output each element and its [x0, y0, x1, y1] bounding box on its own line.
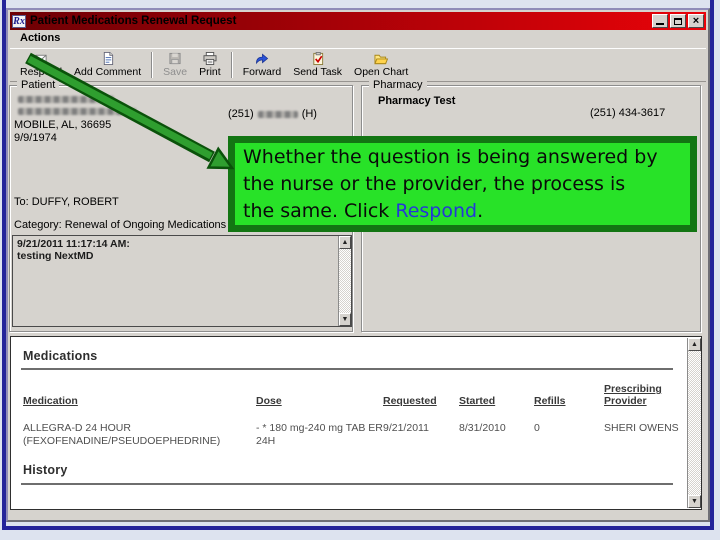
scroll-down-icon[interactable]: ▼ — [688, 495, 701, 508]
medications-heading: Medications — [23, 349, 98, 363]
toolbar: Respond Add Comment Save Print Forward S… — [10, 48, 706, 82]
send-task-button[interactable]: Send Task — [287, 50, 348, 80]
medication-row: ALLEGRA-D 24 HOUR (FEXOFENADINE/PSEUDOEP… — [23, 422, 221, 447]
redacted-patient-address — [18, 108, 136, 115]
category-line: Category: Renewal of Ongoing Medications — [14, 219, 227, 231]
titlebar: Rx Patient Medications Renewal Request × — [10, 12, 706, 30]
print-button[interactable]: Print — [193, 50, 227, 80]
print-icon — [203, 52, 217, 65]
toolbar-separator — [151, 52, 154, 78]
forward-icon — [255, 53, 269, 65]
pharmacy-phone: (251) 434-3617 — [590, 107, 666, 119]
window-title: Patient Medications Renewal Request — [30, 15, 237, 27]
scroll-up-icon[interactable]: ▲ — [339, 236, 351, 249]
callout-respond-word: Respond — [395, 200, 478, 222]
menubar: Actions — [10, 32, 706, 46]
open-chart-button[interactable]: Open Chart — [348, 50, 414, 80]
minimize-button[interactable] — [652, 14, 668, 28]
app-window: Rx Patient Medications Renewal Request ×… — [6, 8, 710, 522]
patient-dob: 9/9/1974 — [14, 132, 57, 144]
to-line: To: DUFFY, ROBERT — [14, 196, 119, 208]
note-timestamp: 9/21/2011 11:17:14 AM: — [17, 238, 130, 250]
note-scrollbar[interactable]: ▲ ▼ — [338, 236, 351, 326]
patient-city-line: MOBILE, AL, 36695 — [14, 119, 112, 131]
col-header-refills: Refills — [534, 395, 566, 407]
pharmacy-section-label: Pharmacy — [369, 79, 427, 91]
col-header-requested: Requested — [383, 395, 437, 407]
toolbar-separator — [230, 52, 233, 78]
medications-scrollbar[interactable]: ▲ ▼ — [687, 338, 701, 508]
medication-started: 8/31/2010 — [459, 422, 506, 434]
open-chart-icon — [374, 54, 389, 65]
medication-requested: 9/21/2011 — [383, 422, 429, 434]
add-comment-icon — [103, 52, 113, 65]
medication-refills: 0 — [534, 422, 540, 434]
menu-actions[interactable]: Actions — [20, 32, 60, 44]
send-task-icon — [312, 52, 323, 65]
callout-line2: the nurse or the provider, the process i… — [243, 173, 626, 195]
save-button[interactable]: Save — [157, 50, 193, 80]
redacted-phone-number — [257, 110, 298, 118]
scroll-up-icon[interactable]: ▲ — [688, 338, 701, 351]
forward-button[interactable]: Forward — [237, 50, 288, 80]
col-header-prescribing-provider: Prescribing Provider — [604, 383, 662, 407]
medication-dose: - * 180 mg-240 mg TAB ER 24H — [256, 422, 383, 447]
col-header-dose: Dose — [256, 395, 282, 407]
medications-panel: Medications Medication Dose Requested St… — [10, 336, 702, 510]
pharmacy-name: Pharmacy Test — [378, 95, 456, 107]
callout-line1: Whether the question is being answered b… — [243, 146, 658, 168]
medication-provider: SHERI OWENS — [604, 422, 679, 434]
patient-home-phone: (251) (H) — [228, 108, 317, 120]
note-body: testing NextMD — [17, 250, 94, 262]
minimize-icon — [656, 23, 664, 25]
medications-divider — [21, 368, 673, 370]
redacted-patient-name — [18, 96, 114, 103]
history-divider — [21, 483, 673, 485]
scroll-down-icon[interactable]: ▼ — [339, 313, 351, 326]
history-heading: History — [23, 463, 68, 477]
maximize-icon — [674, 17, 682, 25]
maximize-button[interactable] — [670, 14, 686, 28]
respond-icon — [34, 54, 47, 64]
slide-frame: Rx Patient Medications Renewal Request ×… — [2, 0, 714, 530]
rx-app-icon: Rx — [12, 14, 26, 28]
respond-button[interactable]: Respond — [14, 50, 68, 80]
add-comment-button[interactable]: Add Comment — [68, 50, 147, 80]
save-icon — [169, 52, 181, 65]
callout-line3: the same. Click Respond. — [243, 200, 484, 222]
patient-section-label: Patient — [17, 79, 60, 91]
close-button[interactable]: × — [688, 14, 704, 28]
col-header-started: Started — [459, 395, 496, 407]
note-textarea[interactable]: 9/21/2011 11:17:14 AM: testing NextMD ▲ … — [12, 235, 352, 327]
close-icon: × — [692, 15, 700, 27]
col-header-medication: Medication — [23, 395, 78, 407]
instruction-callout: Whether the question is being answered b… — [228, 136, 697, 232]
